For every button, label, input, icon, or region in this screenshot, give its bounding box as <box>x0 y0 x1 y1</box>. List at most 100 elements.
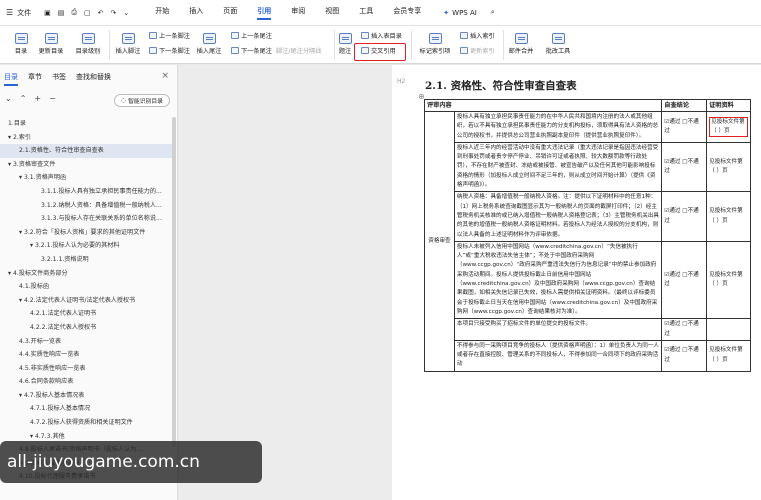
nav-tab-2[interactable]: 书签 <box>52 72 66 86</box>
footnote-separator-button[interactable]: 脚注/尾注分隔线 <box>276 46 321 55</box>
wps-ai-icon[interactable]: ✦ <box>443 9 449 17</box>
toc-item[interactable]: 4.6.合同条款响应表 <box>0 375 172 389</box>
scrollbar[interactable] <box>172 117 176 447</box>
toc-item[interactable]: ▾ 3.2.符合「投标人资格」要求的其他证明文件 <box>0 226 172 240</box>
nav-tools: ⌄ ⌃ + − <box>5 94 64 103</box>
prev-endnote-icon <box>231 32 239 39</box>
menu-tab-7[interactable]: 会员专享 <box>393 6 421 20</box>
toc-item[interactable]: 4.2.1.法定代表人证明书 <box>0 307 172 321</box>
menu-tab-2[interactable]: 页面 <box>223 6 237 20</box>
preview-icon[interactable]: ▢ <box>84 9 91 17</box>
toc-item[interactable]: 3.2.1.1.资格说明 <box>0 253 172 267</box>
toc-item[interactable]: 4.3.开标一览表 <box>0 335 172 349</box>
toc-item[interactable]: 3.1.3.与投标人存在关联关系的单位名称说... <box>0 212 172 226</box>
doc-tools-icon <box>551 33 565 44</box>
toc-item[interactable]: 4.4.实质性响应一览表 <box>0 348 172 362</box>
doc-tools-button[interactable]: 批改工具 <box>540 29 576 59</box>
menu-tab-3[interactable]: 引用 <box>257 6 272 20</box>
more-icon[interactable]: ⌄ <box>123 9 129 17</box>
check-cell[interactable]: ☑通过 □不通过 <box>661 240 708 320</box>
watermark: all-jiuyougame.com.cn <box>0 441 262 483</box>
check-cell[interactable]: ☑通过 □不通过 <box>661 191 708 242</box>
insert-endnote-button[interactable]: 插入尾注 <box>193 29 225 59</box>
refresh-icon <box>44 33 58 44</box>
check-cell[interactable]: ☑通过 □不通过 <box>661 318 708 341</box>
toc-button[interactable]: 目录 <box>9 29 33 59</box>
nav-tab-0[interactable]: 目录 <box>4 72 18 86</box>
toc-item[interactable]: ▾ 4.2.法定代表人证明书/法定代表人授权书 <box>0 294 172 308</box>
toc-item[interactable]: ▾ 3.1.资格声明函 <box>0 171 172 185</box>
collapse-icon[interactable]: ⌄ <box>5 94 12 103</box>
menu-tab-6[interactable]: 工具 <box>359 6 373 20</box>
insert-endnote-label: 插入尾注 <box>196 48 222 55</box>
table-row: 纳税人资格：具备增值税一般纳税人资格。注：提供以下证明材料中的任意1种：（1）网… <box>425 191 751 242</box>
print-icon[interactable]: ⎙ <box>71 8 77 17</box>
wps-ai-button[interactable]: WPS AI <box>452 9 477 17</box>
redo-icon[interactable]: ↷ <box>111 9 117 17</box>
menu-bar: ☰ 文件 ▣ ▤ ⎙ ▢ ↶ ↷ ⌄ 开始 插入 页面 引用 审阅 视图 工具 会员专享 ✦ … <box>0 0 761 26</box>
menu-tab-0[interactable]: 开始 <box>155 6 169 20</box>
mark-citation-label: 标记索引项 <box>419 48 451 55</box>
next-footnote-icon <box>149 47 157 54</box>
search-icon[interactable]: ⌕ <box>491 8 495 17</box>
update-toc-label: 更新目录 <box>38 48 64 55</box>
insert-index-button[interactable]: 插入索引 <box>460 31 495 40</box>
divider <box>109 30 110 60</box>
menu-tab-5[interactable]: 视图 <box>325 6 339 20</box>
next-endnote-label: 下一条尾注 <box>241 48 272 55</box>
toc-item[interactable]: 4.2.2.法定代表人授权书 <box>0 321 172 335</box>
toc-level-button[interactable]: 目录级别 <box>70 29 106 59</box>
save-icon[interactable]: ▣ <box>44 9 51 17</box>
nav-tab-1[interactable]: 章节 <box>28 72 42 86</box>
next-endnote-button[interactable]: 下一条尾注 <box>231 46 272 55</box>
toc-item[interactable]: ▾ 2.索引 <box>0 131 172 145</box>
insert-figure-toc-button[interactable]: 插入表目录 <box>361 31 402 40</box>
update-toc-button[interactable]: 更新目录 <box>34 29 68 59</box>
toc-item[interactable]: 4.7.2.投标人获得资质和相关证明文件 <box>0 416 172 430</box>
menu-tab-4[interactable]: 审阅 <box>291 6 305 20</box>
expand-icon[interactable]: ⌃ <box>20 94 27 103</box>
toc-item[interactable]: 3.1.1.投标人具有独立承担民事责任能力的... <box>0 185 172 199</box>
close-icon[interactable]: × <box>161 71 169 81</box>
insert-index-icon <box>460 32 468 39</box>
update-index-label: 更新索引 <box>470 48 495 55</box>
folder-icon[interactable]: ▤ <box>58 9 65 17</box>
check-cell[interactable]: ☑通过 □不通过 <box>661 141 708 193</box>
remove-icon[interactable]: − <box>49 94 56 103</box>
nav-tab-3[interactable]: 查找和替换 <box>76 72 111 86</box>
update-index-button[interactable]: 更新索引 <box>460 46 495 55</box>
section-heading: 2.1. 资格性、符合性审查自查表 <box>425 80 577 92</box>
toc-item[interactable]: 1.目录 <box>0 117 172 131</box>
file-menu[interactable]: 文件 <box>17 8 31 18</box>
divider <box>411 30 412 60</box>
menu-tab-1[interactable]: 插入 <box>189 6 203 20</box>
reference-cell: 见投标文件第（ ）页 <box>706 141 751 193</box>
toc-item[interactable]: ▾ 3.2.1.投标人认为必要的其材料 <box>0 239 172 253</box>
toc-item[interactable]: 4.1.投标函 <box>0 280 172 294</box>
insert-index-label: 插入索引 <box>470 33 495 40</box>
table-row: 投标人未被列入信用中国网站（www.creditchina.gov.cn）“失信… <box>425 240 751 320</box>
table-row: 不得参与同一采购项目竞争的投标人（提供资格声明函）：1）单位负责人为同一人或者存… <box>425 339 751 372</box>
mark-citation-button[interactable]: 标记索引项 <box>414 29 456 59</box>
toc-item[interactable]: 4.5.非实质性响应一览表 <box>0 362 172 376</box>
toc-item[interactable]: ▾ 3.资格审查文件 <box>0 158 172 172</box>
next-footnote-button[interactable]: 下一条脚注 <box>149 46 190 55</box>
toc-item[interactable]: ▾ 4.7.投标人基本情况表 <box>0 389 172 403</box>
check-cell[interactable]: ☑通过 □不通过 <box>661 111 708 143</box>
mail-merge-button[interactable]: 邮件合并 <box>505 29 537 59</box>
toc-item[interactable]: 4.7.1.投标人基本情况 <box>0 402 172 416</box>
prev-footnote-button[interactable]: 上一条脚注 <box>149 31 190 40</box>
hamburger-icon[interactable]: ☰ <box>6 8 13 17</box>
insert-footnote-button[interactable]: 插入脚注 <box>112 29 144 59</box>
prev-footnote-icon <box>149 32 157 39</box>
toc-item[interactable]: ▾ 4.投标文件商务部分 <box>0 267 172 281</box>
add-icon[interactable]: + <box>34 94 41 103</box>
criteria-cell: 不得参与同一采购项目竞争的投标人（提供资格声明函）：1）单位负责人为同一人或者存… <box>453 339 663 372</box>
check-cell[interactable]: ☑通过 □不通过 <box>661 339 708 372</box>
toc-item[interactable]: 3.1.2.纳税人资格：具备增值税一般纳税人... <box>0 199 172 213</box>
prev-endnote-button[interactable]: 上一条尾注 <box>231 31 272 40</box>
caption-button[interactable]: 题注 <box>336 29 354 59</box>
smart-toc-button[interactable]: ◌ 智能识别目录 <box>114 94 170 107</box>
undo-icon[interactable]: ↶ <box>98 9 104 17</box>
toc-item[interactable]: 2.1.资格性、符合性审查自查表 <box>0 144 172 158</box>
